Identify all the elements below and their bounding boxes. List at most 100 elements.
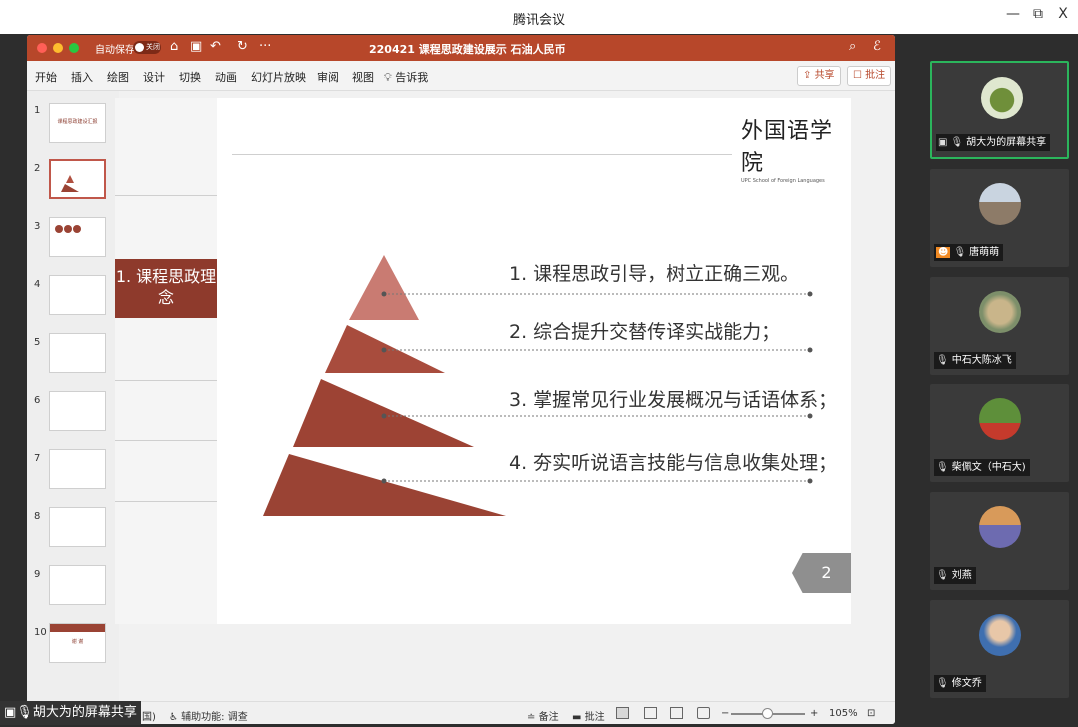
thumb-number: 6	[34, 395, 41, 406]
tab-view[interactable]: 视图	[352, 69, 374, 85]
close-dot[interactable]	[37, 43, 47, 53]
autosave-toggle[interactable]: 关闭	[133, 41, 161, 54]
bullet-4: 4. 夯实听说语言技能与信息收集处理；	[509, 452, 838, 474]
notes-label: 备注	[538, 712, 559, 723]
restore-button[interactable]: ⧉	[1028, 6, 1048, 22]
tab-home[interactable]: 开始	[35, 69, 57, 85]
more-icon[interactable]: ···	[259, 39, 271, 54]
slide-thumbnail[interactable]	[49, 391, 106, 431]
tab-draw[interactable]: 绘图	[107, 69, 129, 85]
document-title: 220421 课程思政建设展示 石油人民币	[369, 43, 566, 56]
pyramid-thumbnail	[61, 175, 79, 192]
tab-animations[interactable]: 动画	[215, 69, 237, 85]
page-number: 2	[792, 553, 851, 593]
thumb-number: 8	[34, 511, 41, 522]
thumb-number: 5	[34, 337, 41, 348]
undo-icon[interactable]: ↶	[210, 39, 221, 54]
slide-thumbnail[interactable]	[49, 275, 106, 315]
mic-icon: 🎙︎	[16, 705, 33, 720]
participant-name: 🎙︎ 修文乔	[934, 675, 986, 692]
participant-name-text: 修文乔	[951, 678, 982, 689]
zoom-out-button[interactable]: −	[721, 708, 729, 719]
minimize-button[interactable]: —	[1003, 6, 1023, 22]
mic-muted-icon: 🎙︎	[936, 462, 949, 473]
slide-thumbnail-selected[interactable]	[49, 159, 106, 199]
participant-card[interactable]: 🎙︎ 柴佩文（中石大)	[930, 384, 1069, 482]
thumb-banner	[50, 624, 105, 632]
meeting-window: 腾讯会议 — ⧉ X 自动保存 关闭 ⌂ ▣ ↶ ↻ ··· 220421 课程…	[0, 0, 1078, 727]
avatar	[979, 506, 1021, 548]
thumb-caption: 谢 谢	[71, 639, 84, 645]
avatar	[979, 398, 1021, 440]
thumbnail-pane: 1 课程思政建设汇报 2 3 4 5 6 7 8 9 10 谢 谢	[27, 91, 119, 701]
close-button[interactable]: X	[1053, 6, 1073, 22]
accessibility-label: 辅助功能: 调查	[181, 712, 248, 723]
slideshow-view-icon[interactable]	[697, 707, 710, 719]
participant-name-text: 中石大陈冰飞	[951, 355, 1012, 366]
minimize-dot[interactable]	[53, 43, 63, 53]
slide-thumbnail[interactable]: 课程思政建设汇报	[49, 103, 106, 143]
slide-canvas[interactable]: 1. 课程思政理念 外国语学院 UPC School of Foreign La…	[115, 98, 851, 624]
zoom-level[interactable]: 105%	[829, 708, 858, 719]
notes-button[interactable]: ≐ 备注	[527, 708, 559, 723]
tab-insert[interactable]: 插入	[71, 69, 93, 85]
share-button[interactable]: ⇪ 共享	[797, 66, 841, 86]
bullet-1: 1. 课程思政引导，树立正确三观。	[509, 263, 800, 285]
participant-card[interactable]: 🎙︎ 刘燕	[930, 492, 1069, 590]
zoom-in-button[interactable]: +	[810, 708, 818, 719]
participant-card[interactable]: ☻ 🎙︎ 唐萌萌	[930, 169, 1069, 267]
thumb-number: 10	[34, 627, 47, 638]
slide-thumbnail[interactable]	[49, 565, 106, 605]
accessibility-icon: ♿︎	[169, 712, 178, 723]
accessibility-status[interactable]: ♿︎ 辅助功能: 调查	[169, 708, 248, 723]
tab-design[interactable]: 设计	[143, 69, 165, 85]
normal-view-icon[interactable]	[616, 707, 629, 719]
share-label: 共享	[814, 70, 835, 81]
status-comments-button[interactable]: ▬ 批注	[572, 708, 605, 723]
participant-card[interactable]: 🎙︎ 修文乔	[930, 600, 1069, 698]
pyramid-tier-1	[349, 255, 419, 320]
save-icon[interactable]: ▣	[190, 39, 202, 54]
thumb-number: 7	[34, 453, 41, 464]
avatar	[979, 614, 1021, 656]
participant-name: 🎙︎ 柴佩文（中石大)	[934, 459, 1030, 476]
slide-thumbnail[interactable]	[49, 507, 106, 547]
leader-dot	[807, 413, 813, 419]
thumb-number: 9	[34, 569, 41, 580]
search-icon[interactable]: ⌕	[849, 39, 856, 54]
leader-dot	[807, 478, 813, 484]
participant-card[interactable]: ▣ 🎙︎ 胡大为的屏幕共享	[930, 61, 1069, 159]
leader-dot	[807, 291, 813, 297]
slide-thumbnail[interactable]	[49, 449, 106, 489]
tab-review[interactable]: 审阅	[317, 69, 339, 85]
account-icon[interactable]: ℰ	[873, 39, 881, 54]
tab-slideshow[interactable]: 幻灯片放映	[251, 69, 306, 85]
tell-me-label: 告诉我	[395, 71, 429, 84]
slide-sorter-icon[interactable]	[644, 707, 657, 719]
slide-thumbnail[interactable]	[49, 217, 106, 257]
screen-share-icon: ▣	[4, 705, 17, 720]
participant-card[interactable]: 🎙︎ 中石大陈冰飞	[930, 277, 1069, 375]
fit-slide-icon[interactable]: ⊡	[867, 708, 875, 719]
home-icon[interactable]: ⌂	[170, 39, 178, 54]
zoom-dot[interactable]	[69, 43, 79, 53]
mic-icon: 🎙︎	[950, 137, 964, 148]
language-status[interactable]: 国)	[142, 708, 156, 723]
comments-button[interactable]: ☐ 批注	[847, 66, 892, 86]
participant-name-text: 柴佩文（中石大)	[951, 462, 1026, 473]
pyramid-tier-3	[293, 379, 474, 447]
screen-share-badge: ▣🎙︎胡大为的屏幕共享	[0, 701, 141, 725]
thumb-number: 2	[34, 163, 41, 174]
leader-dot	[807, 347, 813, 353]
zoom-knob[interactable]	[762, 708, 773, 719]
reading-view-icon[interactable]	[670, 707, 683, 719]
participant-name: 🎙︎ 刘燕	[934, 567, 976, 584]
tell-me-button[interactable]: 💡︎ 告诉我	[384, 69, 428, 85]
slide-thumbnail[interactable]: 谢 谢	[49, 623, 106, 663]
tab-transitions[interactable]: 切换	[179, 69, 201, 85]
participant-name-text: 刘燕	[951, 570, 972, 581]
redo-icon[interactable]: ↻	[237, 39, 248, 54]
slide-thumbnail[interactable]	[49, 333, 106, 373]
ppt-titlebar: 自动保存 关闭 ⌂ ▣ ↶ ↻ ··· 220421 课程思政建设展示 石油人民…	[27, 35, 895, 61]
comments-label: 批注	[865, 70, 886, 81]
